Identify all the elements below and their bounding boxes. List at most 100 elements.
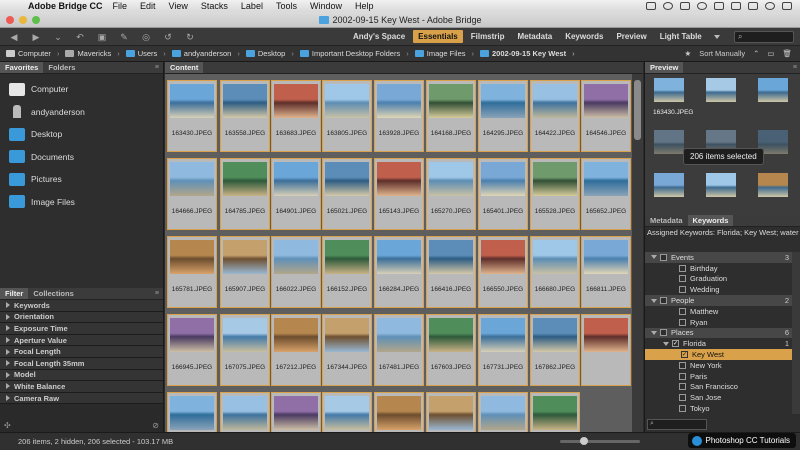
breadcrumb-image-files[interactable]: Image Files ›	[414, 49, 474, 58]
keyword-checkbox[interactable]	[679, 361, 686, 369]
thumbnail[interactable]: 163683.JPEG	[271, 80, 321, 152]
keyword-search-input[interactable]: ⌕	[647, 419, 707, 430]
keyword-row[interactable]: ✓ Key West	[645, 349, 793, 360]
thumbnail[interactable]: 163558.JPEG	[220, 80, 270, 152]
workspace-essentials[interactable]: Essentials	[413, 30, 463, 43]
keyword-checkbox[interactable]	[679, 372, 686, 380]
keyword-row[interactable]: Birthday	[645, 263, 793, 274]
thumbnail[interactable]: 167862.JPEG	[530, 314, 580, 386]
keep-filter-pin-icon[interactable]: ✣	[4, 421, 11, 430]
thumbnail[interactable]: 166811.JPEG	[581, 236, 631, 308]
breadcrumb-desktop[interactable]: Desktop ›	[245, 49, 294, 58]
thumbnail[interactable]: 163805.JPEG	[322, 80, 372, 152]
recent-folder-icon[interactable]: ⌄	[50, 31, 66, 43]
keyword-row[interactable]: Matthew	[645, 306, 793, 317]
favorite-computer[interactable]: Computer	[0, 78, 163, 101]
favorite-documents[interactable]: Documents	[0, 146, 163, 169]
tab-content[interactable]: Content	[165, 62, 204, 73]
workspace-light-table[interactable]: Light Table	[655, 30, 707, 43]
keyword-scrollbar[interactable]	[792, 252, 800, 414]
thumbnail[interactable]: 164422.JPEG	[530, 80, 580, 152]
thumbnail[interactable]: 166152.JPEG	[322, 236, 372, 308]
thumbnail[interactable]: 165270.JPEG	[426, 158, 476, 230]
thumbnail[interactable]: 165907.JPEG	[220, 236, 270, 308]
panel-menu-icon[interactable]: ≡	[155, 290, 159, 297]
menu-file[interactable]: File	[113, 1, 128, 11]
menu-window[interactable]: Window	[310, 1, 342, 11]
app-menu[interactable]: Adobe Bridge CC	[28, 1, 103, 11]
scroll-thumb[interactable]	[634, 80, 641, 140]
keyword-row[interactable]: Paris	[645, 371, 793, 382]
thumbnail[interactable]: 167344.JPEG	[322, 314, 372, 386]
status-sync-icon[interactable]	[663, 2, 673, 10]
sort-direction-icon[interactable]: ⌃	[753, 49, 759, 58]
boomerang-icon[interactable]: ↶	[72, 31, 88, 43]
battery-icon[interactable]	[748, 2, 758, 10]
breadcrumb-key-west[interactable]: 2002-09-15 Key West ›	[480, 49, 575, 58]
thumbnail[interactable]: 164168.JPEG	[426, 80, 476, 152]
thumbnail[interactable]	[581, 314, 631, 386]
content-scrollbar[interactable]	[632, 74, 643, 432]
keyword-checkbox[interactable]	[679, 264, 686, 272]
thumbnail[interactable]: 166550.JPEG	[478, 236, 528, 308]
keyword-row[interactable]: Places 6	[645, 327, 793, 339]
filter-focal-length-35[interactable]: Focal Length 35mm	[0, 357, 163, 370]
thumbnail[interactable]: 165021.JPEG	[322, 158, 372, 230]
breadcrumb-important[interactable]: Important Desktop Folders ›	[299, 49, 409, 58]
keyword-checkbox[interactable]	[679, 394, 686, 402]
sort-menu[interactable]: Sort Manually	[699, 49, 745, 58]
filter-camera-raw[interactable]: Camera Raw	[0, 392, 163, 405]
breadcrumb-andyanderson[interactable]: andyanderson ›	[171, 49, 240, 58]
thumbnail[interactable]: 163430.JPEG	[167, 80, 217, 152]
forward-icon[interactable]: ▶	[28, 31, 44, 43]
filter-white-balance[interactable]: White Balance	[0, 381, 163, 393]
menu-label[interactable]: Label	[241, 1, 263, 11]
tab-filter[interactable]: Filter	[0, 288, 29, 299]
disclosure-triangle-icon[interactable]	[651, 298, 657, 303]
keyword-row[interactable]: Ryan	[645, 317, 793, 328]
thumbnail[interactable]: 167731.JPEG	[478, 314, 528, 386]
thumbnail[interactable]: 164785.JPEG	[220, 158, 270, 230]
workspace-filmstrip[interactable]: Filmstrip	[466, 30, 510, 43]
clear-filter-icon[interactable]: ⊘	[152, 421, 159, 430]
thumbnail[interactable]	[167, 392, 217, 432]
camera-import-icon[interactable]: ▣	[94, 31, 110, 43]
wifi-icon[interactable]	[714, 2, 724, 10]
star-icon[interactable]: ★	[684, 49, 691, 58]
filter-keywords[interactable]: Keywords	[0, 300, 163, 312]
thumbnail[interactable]: 166680.JPEG	[530, 236, 580, 308]
slider-knob[interactable]	[580, 437, 588, 445]
thumbnail-size-slider[interactable]	[560, 437, 640, 445]
filter-aperture[interactable]: Aperture Value	[0, 334, 163, 347]
status-time-machine-icon[interactable]	[697, 2, 707, 10]
tab-folders[interactable]: Folders	[43, 62, 80, 73]
keyword-checkbox[interactable]: ✓	[681, 351, 688, 359]
thumbnail[interactable]: 167481.JPEG	[374, 314, 424, 386]
keyword-checkbox[interactable]	[679, 275, 686, 283]
keyword-checkbox[interactable]	[679, 318, 686, 326]
keyword-checkbox[interactable]	[679, 286, 686, 294]
thumbnail[interactable]: 166416.JPEG	[426, 236, 476, 308]
keyword-row[interactable]: Graduation	[645, 274, 793, 285]
panel-menu-icon[interactable]: ≡	[155, 64, 159, 71]
thumbnail[interactable]	[322, 392, 372, 432]
menu-edit[interactable]: Edit	[140, 1, 156, 11]
minimize-window-icon[interactable]	[19, 16, 27, 24]
volume-icon[interactable]	[731, 2, 741, 10]
thumbnail[interactable]	[374, 392, 424, 432]
keyword-row[interactable]: People 2	[645, 295, 793, 306]
thumbnail[interactable]	[530, 392, 580, 432]
disclosure-triangle-icon[interactable]	[651, 255, 657, 260]
favorite-desktop[interactable]: Desktop	[0, 123, 163, 146]
filter-focal-length[interactable]: Focal Length	[0, 346, 163, 358]
status-dropbox-icon[interactable]	[680, 2, 690, 10]
thumbnail[interactable]	[478, 392, 528, 432]
keyword-checkbox[interactable]	[679, 383, 686, 391]
filter-orientation[interactable]: Orientation	[0, 311, 163, 324]
tab-preview[interactable]: Preview	[645, 62, 684, 73]
thumbnail[interactable]: 164546.JPEG	[581, 80, 631, 152]
thumbnail[interactable]: 166945.JPEG	[167, 314, 217, 386]
rotate-left-icon[interactable]: ↺	[160, 31, 176, 43]
notification-icon[interactable]	[782, 2, 792, 10]
keyword-checkbox[interactable]	[679, 405, 686, 413]
